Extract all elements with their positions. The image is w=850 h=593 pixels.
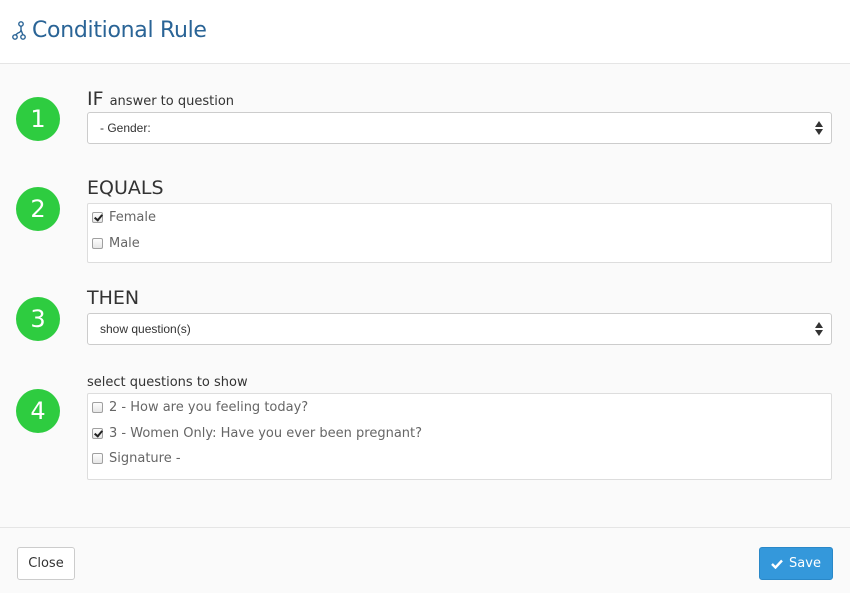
question-label: Signature -: [109, 451, 181, 466]
question-checkbox[interactable]: [92, 402, 103, 413]
equals-option-female[interactable]: Female: [92, 210, 156, 225]
if-label-sub: answer to question: [109, 94, 235, 109]
modal-body: 1 IF answer to question - Gender: 2 EQUA…: [0, 64, 850, 527]
question-select-value: - Gender:: [100, 121, 151, 135]
question-option[interactable]: 2 - How are you feeling today?: [92, 400, 308, 415]
question-label: 3 - Women Only: Have you ever been pregn…: [109, 426, 423, 441]
step-1-badge: 1: [16, 97, 60, 141]
question-option[interactable]: Signature -: [92, 451, 181, 466]
equals-options-box: Female Male: [87, 203, 832, 263]
male-checkbox[interactable]: [92, 238, 103, 249]
save-button[interactable]: Save: [759, 547, 833, 580]
if-label-main: IF: [87, 88, 104, 110]
question-option[interactable]: 3 - Women Only: Have you ever been pregn…: [92, 426, 422, 441]
female-checkbox[interactable]: [92, 212, 103, 223]
equals-option-male[interactable]: Male: [92, 236, 140, 251]
question-checkbox[interactable]: [92, 428, 103, 439]
then-label: THEN: [87, 287, 140, 309]
action-select[interactable]: show question(s): [87, 313, 832, 345]
modal-header: Conditional Rule: [0, 0, 850, 64]
female-label: Female: [109, 210, 157, 225]
flow-branch-icon: [12, 20, 26, 40]
checkmark-icon: [771, 559, 783, 569]
question-label: 2 - How are you feeling today?: [109, 400, 309, 415]
select-arrows-icon: [815, 322, 823, 336]
equals-label: EQUALS: [87, 177, 164, 199]
modal-title: Conditional Rule: [12, 18, 207, 43]
modal-footer: Close Save: [0, 527, 850, 593]
select-arrows-icon: [815, 121, 823, 135]
male-label: Male: [109, 236, 140, 251]
questions-to-show-box: 2 - How are you feeling today? 3 - Women…: [87, 393, 832, 480]
select-questions-label: select questions to show: [87, 375, 248, 390]
step-3-badge: 3: [16, 297, 60, 341]
step-4-badge: 4: [16, 389, 60, 433]
if-label: IF answer to question: [87, 88, 234, 110]
modal-title-text: Conditional Rule: [32, 18, 207, 43]
step-2-badge: 2: [16, 187, 60, 231]
question-select[interactable]: - Gender:: [87, 112, 832, 144]
save-button-label: Save: [789, 556, 821, 571]
question-checkbox[interactable]: [92, 453, 103, 464]
close-button[interactable]: Close: [17, 547, 75, 580]
action-select-value: show question(s): [100, 322, 191, 336]
